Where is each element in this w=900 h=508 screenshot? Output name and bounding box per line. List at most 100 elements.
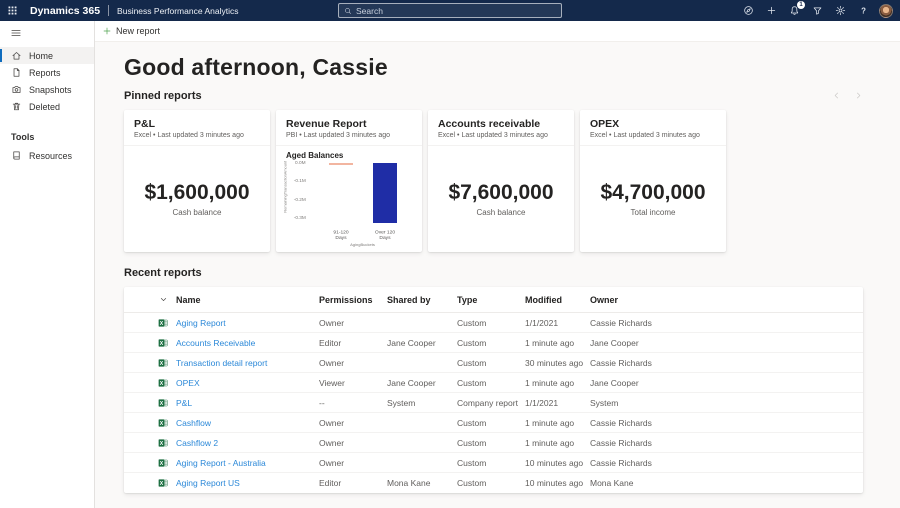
top-navigation-bar: Dynamics 365 Business Performance Analyt…: [0, 0, 900, 21]
svg-text:X: X: [160, 460, 164, 466]
table-header-row: NamePermissionsShared byTypeModifiedOwne…: [124, 287, 863, 313]
notification-badge: 1: [797, 1, 805, 9]
cell-shared_by: Jane Cooper: [387, 338, 457, 348]
svg-text:X: X: [160, 440, 164, 446]
main-content: New report Good afternoon, Cassie Pinned…: [95, 21, 900, 508]
brand-title[interactable]: Dynamics 365: [30, 5, 100, 17]
filter-icon[interactable]: [810, 4, 824, 18]
pinned-card-accounts-receivable[interactable]: Accounts receivableExcel • Last updated …: [428, 110, 574, 252]
table-row[interactable]: XAging Report USEditorMona KaneCustom10 …: [124, 473, 863, 493]
cell-modified: 1 minute ago: [525, 418, 590, 428]
sidebar-item-reports[interactable]: Reports: [0, 64, 94, 81]
column-header-permissions[interactable]: Permissions: [319, 295, 387, 305]
column-header-modified[interactable]: Modified: [525, 295, 590, 305]
select-all-chevron-icon[interactable]: [150, 295, 176, 304]
report-name-link[interactable]: Aging Report - Australia: [176, 458, 319, 468]
cell-owner: Mona Kane: [590, 478, 863, 488]
sidebar-item-deleted[interactable]: Deleted: [0, 98, 94, 115]
settings-icon[interactable]: [833, 4, 847, 18]
report-name-link[interactable]: Cashflow: [176, 418, 319, 428]
report-name-link[interactable]: P&L: [176, 398, 319, 408]
cell-type: Custom: [457, 418, 525, 428]
report-name-link[interactable]: Aging Report: [176, 318, 319, 328]
cell-type: Custom: [457, 318, 525, 328]
column-header-shared-by[interactable]: Shared by: [387, 295, 457, 305]
column-header-type[interactable]: Type: [457, 295, 525, 305]
report-name-link[interactable]: Aging Report US: [176, 478, 319, 488]
hamburger-menu-icon[interactable]: [0, 21, 94, 44]
compass-icon[interactable]: [741, 4, 755, 18]
deleted-icon: [11, 101, 22, 112]
table-row[interactable]: XCashflow 2OwnerCustom1 minute agoCassie…: [124, 433, 863, 453]
new-report-label: New report: [116, 26, 160, 36]
cell-type: Custom: [457, 438, 525, 448]
excel-file-icon: X: [150, 438, 176, 448]
y-tick-label: -0.1M: [294, 179, 306, 184]
sidebar-item-resources[interactable]: Resources: [0, 147, 94, 164]
cell-shared_by: Mona Kane: [387, 478, 457, 488]
app-launcher-waffle-icon[interactable]: [0, 0, 24, 21]
card-subtitle: PBI • Last updated 3 minutes ago: [286, 132, 412, 139]
app-name: Business Performance Analytics: [117, 6, 238, 16]
cell-type: Custom: [457, 478, 525, 488]
pinned-card-p-l[interactable]: P&LExcel • Last updated 3 minutes ago$1,…: [124, 110, 270, 252]
cell-type: Custom: [457, 358, 525, 368]
sidebar-nav: HomeReportsSnapshots Deleted: [0, 47, 94, 115]
report-name-link[interactable]: OPEX: [176, 378, 319, 388]
cell-permissions: --: [319, 398, 387, 408]
search-input[interactable]: [356, 6, 556, 16]
table-row[interactable]: XAging ReportOwnerCustom1/1/2021Cassie R…: [124, 313, 863, 333]
global-search-box[interactable]: [338, 3, 562, 18]
table-row[interactable]: XAccounts ReceivableEditorJane CooperCus…: [124, 333, 863, 353]
excel-file-icon: X: [150, 358, 176, 368]
cell-shared_by: System: [387, 398, 457, 408]
sidebar-item-label: Deleted: [29, 102, 60, 112]
sidebar-item-home[interactable]: Home: [0, 47, 94, 64]
card-title: Accounts receivable: [438, 118, 564, 130]
y-tick-label: -0.3M: [294, 215, 306, 220]
x-tick-label: Over 120 Days: [373, 230, 397, 241]
chevron-right-icon[interactable]: [854, 91, 863, 100]
new-report-button[interactable]: New report: [102, 26, 160, 36]
cell-owner: Cassie Richards: [590, 438, 863, 448]
svg-text:X: X: [160, 380, 164, 386]
excel-file-icon: X: [150, 458, 176, 468]
table-row[interactable]: XCashflowOwnerCustom1 minute agoCassie R…: [124, 413, 863, 433]
search-icon: [344, 7, 352, 15]
notifications-icon[interactable]: 1: [787, 4, 801, 18]
bar-91-120-days: [329, 163, 353, 165]
sidebar-item-label: Resources: [29, 151, 72, 161]
greeting-heading: Good afternoon, Cassie: [124, 54, 863, 80]
report-name-link[interactable]: Cashflow 2: [176, 438, 319, 448]
pinned-card-revenue-report[interactable]: Revenue ReportPBI • Last updated 3 minut…: [276, 110, 422, 252]
chart-plot-area: [309, 163, 416, 227]
svg-text:X: X: [160, 360, 164, 366]
report-name-link[interactable]: Accounts Receivable: [176, 338, 319, 348]
user-avatar[interactable]: [879, 4, 893, 18]
add-icon[interactable]: [764, 4, 778, 18]
pinned-reports-title: Pinned reports: [124, 90, 202, 102]
kpi-label: Cash balance: [173, 208, 222, 217]
kpi-value: $4,700,000: [600, 181, 705, 205]
table-row[interactable]: XOPEXViewerJane CooperCustom1 minute ago…: [124, 373, 863, 393]
chart-y-ticks: 0.0M-0.1M-0.2M-0.3M: [289, 163, 309, 227]
cell-modified: 1/1/2021: [525, 398, 590, 408]
cell-permissions: Editor: [319, 478, 387, 488]
pinned-card-opex[interactable]: OPEXExcel • Last updated 3 minutes ago$4…: [580, 110, 726, 252]
cell-owner: Cassie Richards: [590, 318, 863, 328]
cell-modified: 1 minute ago: [525, 338, 590, 348]
table-row[interactable]: XTransaction detail reportOwnerCustom30 …: [124, 353, 863, 373]
pinned-reports-header: Pinned reports: [124, 89, 863, 102]
cell-type: Company report: [457, 398, 525, 408]
home-icon: [11, 50, 22, 61]
table-row[interactable]: XP&L--SystemCompany report1/1/2021System: [124, 393, 863, 413]
cell-permissions: Editor: [319, 338, 387, 348]
chevron-left-icon[interactable]: [832, 91, 841, 100]
column-header-name[interactable]: Name: [176, 295, 319, 305]
cell-shared_by: Jane Cooper: [387, 378, 457, 388]
sidebar-item-snapshots[interactable]: Snapshots: [0, 81, 94, 98]
help-icon[interactable]: ?: [856, 4, 870, 18]
report-name-link[interactable]: Transaction detail report: [176, 358, 319, 368]
column-header-owner[interactable]: Owner: [590, 295, 863, 305]
table-row[interactable]: XAging Report - AustraliaOwnerCustom10 m…: [124, 453, 863, 473]
